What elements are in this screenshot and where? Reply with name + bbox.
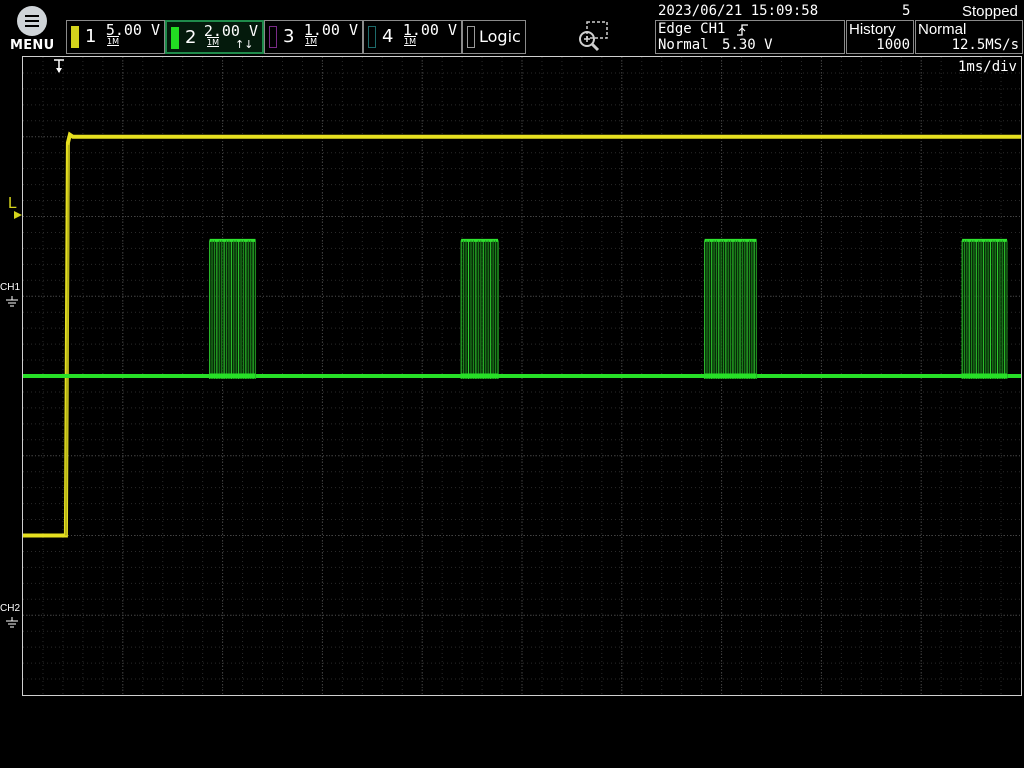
acquisition-count: 5 <box>902 3 911 19</box>
channel-3-color-swatch <box>269 26 277 48</box>
menu-icon <box>17 6 47 36</box>
channel-3-button[interactable]: 3 1.00 V 1M <box>264 20 363 54</box>
ch2-ground-icon[interactable] <box>4 614 20 633</box>
trigger-type: Edge CH1 <box>658 21 726 37</box>
channel-1-color-swatch <box>71 26 79 48</box>
channel-4-coupling: 1M <box>404 37 416 46</box>
acquisition-mode: Normal <box>918 21 967 38</box>
ch1-offset-label: CH1 <box>0 282 21 293</box>
menu-button[interactable]: MENU <box>8 6 56 54</box>
ch1-ground-icon[interactable] <box>4 293 20 312</box>
datetime-readout: 2023/06/21 15:09:58 <box>658 3 819 19</box>
trigger-position-icon[interactable] <box>53 58 65 78</box>
channel-2-button[interactable]: 2 2.00 V 1M ↑↓ <box>165 20 264 54</box>
acquisition-settings-button[interactable]: Normal 12.5MS/s <box>915 20 1023 54</box>
channel-3-coupling: 1M <box>305 37 317 46</box>
channel-4-number: 4 <box>382 26 394 47</box>
history-label: History <box>849 21 896 38</box>
channel-3-number: 3 <box>283 26 295 47</box>
timebase-readout[interactable]: 1ms/div <box>958 59 1017 75</box>
menu-label: MENU <box>10 38 55 53</box>
history-value: 1000 <box>876 37 910 53</box>
ch2-burst <box>461 240 499 376</box>
logic-label: Logic <box>479 27 521 46</box>
waveform-svg <box>23 57 1021 695</box>
run-state[interactable]: Stopped <box>962 3 1018 20</box>
trigger-settings-button[interactable]: Edge CH1 Normal 5.30 V <box>655 20 845 54</box>
trigger-mode: Normal <box>658 37 709 53</box>
channel-4-color-swatch <box>368 26 376 48</box>
history-button[interactable]: History 1000 <box>846 20 914 54</box>
zoom-icon[interactable] <box>575 20 611 54</box>
logic-color-swatch <box>467 26 475 48</box>
channel-2-color-swatch <box>171 27 179 49</box>
ch2-offset-label: CH2 <box>0 603 21 614</box>
trigger-level-arrow-icon <box>14 204 22 223</box>
trigger-level: 5.30 V <box>722 37 773 53</box>
channel-2-number: 2 <box>185 27 197 48</box>
sample-rate: 12.5MS/s <box>951 37 1019 53</box>
channel-1-coupling: 1M <box>107 37 119 46</box>
channel-1-button[interactable]: 1 5.00 V 1M <box>66 20 165 54</box>
waveform-display[interactable]: 1ms/div <box>22 56 1022 696</box>
channel-4-button[interactable]: 4 1.00 V 1M <box>363 20 462 54</box>
ch1-trace <box>23 131 1021 538</box>
channel-2-coupling: 1M <box>207 38 219 47</box>
bandwidth-filter-icon: ↑↓ <box>235 38 254 51</box>
logic-button[interactable]: Logic <box>462 20 526 54</box>
channel-1-number: 1 <box>85 26 97 47</box>
